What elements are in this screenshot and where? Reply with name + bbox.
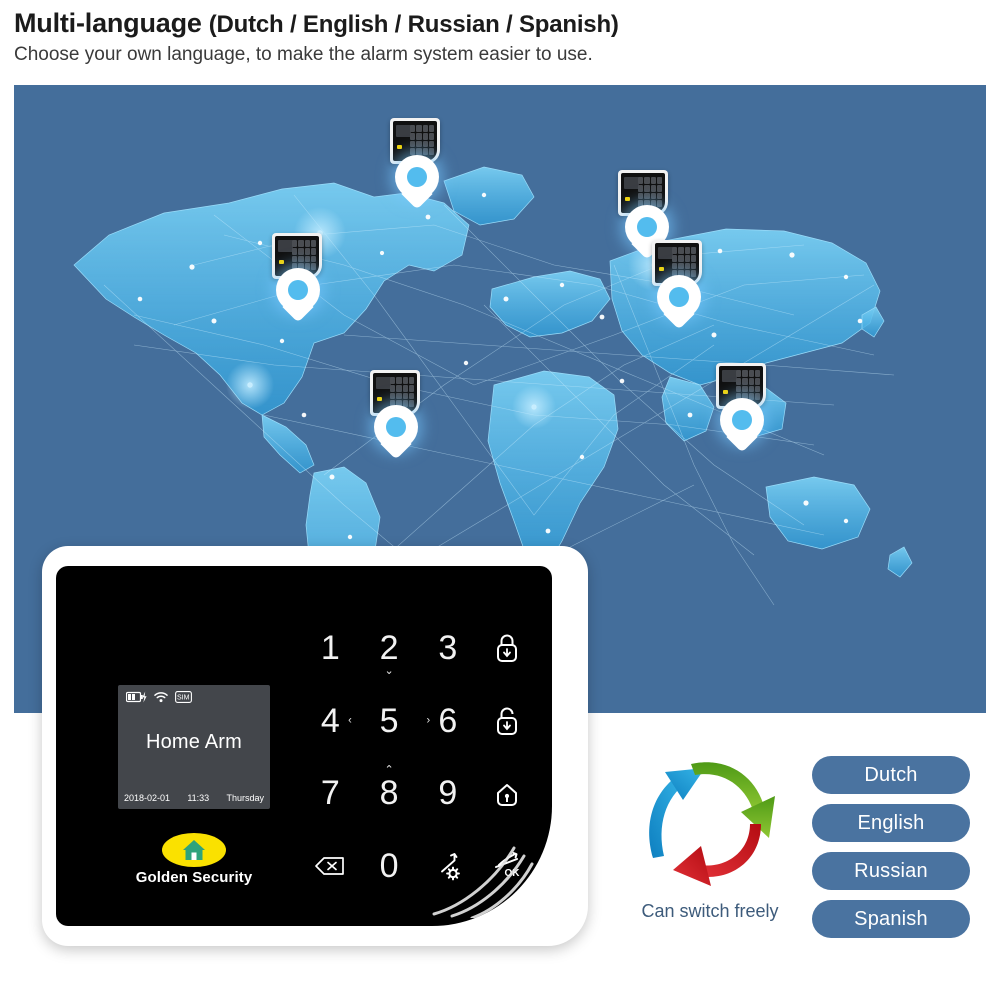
page-subtitle: Choose your own language, to make the al… — [14, 44, 593, 65]
keypad-key-1[interactable]: 1 — [301, 612, 360, 685]
lock-open-disarm-icon — [496, 707, 517, 735]
keypad-key-3-label: 3 — [438, 629, 458, 668]
language-chip-spanish[interactable]: Spanish — [812, 900, 970, 938]
keypad-key-1-label: 1 — [320, 629, 340, 668]
language-chip-dutch-label: Dutch — [864, 763, 918, 786]
ok-confirm-icon: OK — [494, 851, 520, 879]
lcd-time: 11:33 — [187, 793, 210, 803]
keypad-key-disarm[interactable] — [477, 685, 536, 758]
keypad-key-6[interactable]: 6 › — [419, 685, 478, 758]
keypad-key-7-label: 7 — [320, 774, 340, 813]
wifi-icon — [154, 692, 168, 703]
settings-gear-icon — [440, 852, 460, 881]
map-location-pin — [720, 398, 764, 456]
page-title-languages: (Dutch / English / Russian / Spanish) — [208, 11, 619, 38]
page-header: Multi-language (Dutch / English / Russia… — [14, 8, 984, 67]
cycle-arrows-icon — [649, 762, 775, 886]
language-chip-dutch[interactable]: Dutch — [812, 756, 970, 794]
keypad-key-4[interactable]: 4 ‹ — [301, 685, 360, 758]
keypad-key-3[interactable]: 3 — [419, 612, 478, 685]
keypad-key-2[interactable]: 2 ⌄ — [360, 612, 419, 685]
brand-logo: Golden Security — [118, 833, 270, 886]
svg-text:SIM: SIM — [177, 695, 190, 702]
keypad-key-5[interactable]: 5 — [360, 685, 419, 758]
lcd-footer: 2018-02-01 11:33 Thursday — [124, 793, 264, 803]
switch-freely-block: Can switch freely — [620, 752, 800, 922]
keypad-key-2-label: 2 — [379, 629, 399, 668]
keypad-key-backspace[interactable] — [301, 830, 360, 903]
lcd-screen: SIM Home Arm 2018-02-01 11:33 Thursday — [118, 685, 270, 809]
page-title-main: Multi-language — [14, 8, 202, 38]
keypad-key-ok[interactable]: OK — [477, 830, 536, 903]
nav-up-icon: ⌃ — [384, 764, 394, 776]
language-chip-english[interactable]: English — [812, 804, 970, 842]
keypad: 1 2 ⌄ 3 4 ‹ 5 6 › 7 8 ⌃ 9 0 OK — [301, 612, 536, 902]
lcd-main-text: Home Arm — [145, 731, 243, 753]
lock-closed-arm-icon — [496, 634, 517, 663]
cycle-arrow-green — [691, 762, 775, 838]
keypad-key-6-label: 6 — [438, 701, 458, 740]
cycle-arrow-blue — [649, 768, 705, 858]
keypad-key-home-arm[interactable] — [477, 757, 536, 830]
alarm-panel-face: SIM Home Arm 2018-02-01 11:33 Thursday G… — [56, 566, 552, 926]
keypad-key-5-label: 5 — [379, 701, 399, 740]
map-location-pin — [657, 275, 701, 333]
language-chip-russian[interactable]: Russian — [812, 852, 970, 890]
lcd-date: 2018-02-01 — [124, 793, 171, 803]
keypad-key-settings[interactable] — [419, 830, 478, 903]
lcd-status-bar: SIM — [126, 691, 192, 703]
brand-name: Golden Security — [135, 869, 253, 886]
keypad-key-8-label: 8 — [379, 774, 399, 813]
keypad-key-7[interactable]: 7 — [301, 757, 360, 830]
switch-freely-caption: Can switch freely — [641, 901, 779, 921]
nav-right-icon: › — [426, 714, 431, 727]
keypad-key-0-label: 0 — [379, 846, 399, 885]
backspace-delete-icon — [315, 856, 345, 875]
cycle-arrow-red — [673, 824, 761, 886]
map-location-pin — [374, 405, 418, 463]
language-chip-english-label: English — [857, 811, 925, 834]
language-list: Dutch English Russian Spanish — [812, 756, 970, 948]
language-chip-russian-label: Russian — [854, 859, 928, 882]
nav-down-icon: ⌄ — [384, 664, 394, 677]
svg-text:OK: OK — [504, 868, 520, 879]
language-chip-spanish-label: Spanish — [854, 907, 928, 930]
keypad-key-4-label: 4 — [320, 701, 340, 740]
keypad-key-9[interactable]: 9 — [419, 757, 478, 830]
house-icon — [183, 840, 205, 860]
keypad-key-0[interactable]: 0 — [360, 830, 419, 903]
keypad-key-9-label: 9 — [438, 774, 458, 813]
keypad-key-arm-away[interactable] — [477, 612, 536, 685]
alarm-panel-device: SIM Home Arm 2018-02-01 11:33 Thursday G… — [42, 546, 588, 946]
keypad-key-8[interactable]: 8 ⌃ — [360, 757, 419, 830]
nav-left-icon: ‹ — [348, 714, 352, 727]
page-title: Multi-language (Dutch / English / Russia… — [14, 8, 984, 40]
sim-icon: SIM — [175, 691, 192, 703]
lcd-weekday: Thursday — [226, 793, 264, 803]
brand-badge — [162, 833, 226, 867]
home-arm-icon — [496, 784, 517, 807]
map-location-pin — [276, 268, 320, 326]
map-location-pin — [395, 155, 439, 213]
battery-charging-icon — [126, 691, 147, 703]
